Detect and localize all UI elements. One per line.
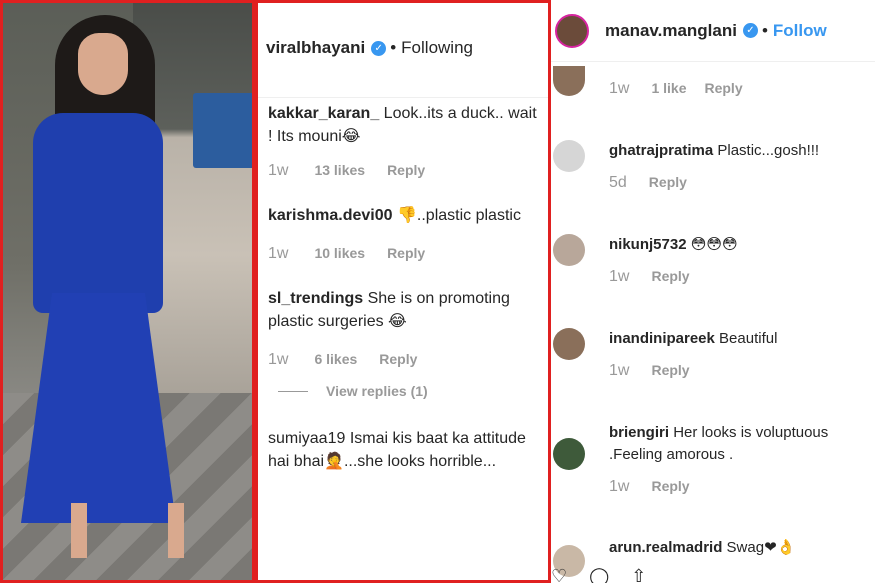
comment-item: karishma.devi00 👎..plastic plastic 1w 10… <box>258 204 548 263</box>
post-actions: ♡ ◯ ⇧ <box>551 566 646 583</box>
avatar[interactable] <box>553 328 585 360</box>
comment-text: Beautiful <box>719 330 778 347</box>
comment-time[interactable]: 1w <box>609 478 629 496</box>
comment-time[interactable]: 1w <box>268 245 288 263</box>
comment-body: karishma.devi00 👎..plastic plastic <box>268 204 538 227</box>
comment-time[interactable]: 1w <box>609 268 629 286</box>
comment-item: sl_trendings She is on promoting plastic… <box>258 287 548 399</box>
comment-likes[interactable]: 1 like <box>651 80 686 96</box>
subject-leg-right <box>168 503 184 558</box>
post-header: manav.manglani ✓ • Follow <box>551 0 875 62</box>
avatar[interactable] <box>555 13 589 48</box>
comment-time[interactable]: 1w <box>609 80 629 98</box>
reply-button[interactable]: Reply <box>651 478 689 494</box>
comment-body: nikunj5732 😳😳😳 <box>609 234 738 256</box>
comment-text: 😳😳😳 <box>690 236 738 253</box>
header-username[interactable]: viralbhayani <box>266 38 365 58</box>
reply-button[interactable]: Reply <box>651 362 689 378</box>
reply-button[interactable]: Reply <box>704 80 742 96</box>
comment-time[interactable]: 1w <box>268 162 288 180</box>
comment-text: Swag❤👌 <box>726 539 796 556</box>
like-icon[interactable]: ♡ <box>551 566 567 583</box>
background-bin <box>193 93 252 168</box>
comment-time[interactable]: 1w <box>268 351 288 369</box>
comment-username[interactable]: ghatrajpratima <box>609 142 713 159</box>
comment-username[interactable]: kakkar_karan_ <box>268 105 379 122</box>
comment-body: kakkar_karan_ Look..its a duck.. wait ! … <box>268 102 538 148</box>
reply-button[interactable]: Reply <box>387 245 425 261</box>
avatar[interactable] <box>553 234 585 266</box>
comment-meta: 1w 10 likes Reply <box>268 245 538 263</box>
comment-username[interactable]: inandinipareek <box>609 330 715 347</box>
comment-item: inandinipareek Beautiful 1w Reply <box>551 328 875 380</box>
comment-body: sumiyaa19 Ismai kis baat ka attitude hai… <box>268 427 538 473</box>
comment-meta: 1w Reply <box>609 268 738 286</box>
header-username[interactable]: manav.manglani <box>605 21 737 41</box>
comment-item: briengiri Her looks is voluptuous .Feeli… <box>551 422 875 496</box>
comment-meta: 1w Reply <box>609 478 875 496</box>
comment-body: inandinipareek Beautiful <box>609 328 777 350</box>
comment-username[interactable]: sumiyaa19 <box>268 430 345 447</box>
comment-meta: 1w 13 likes Reply <box>268 162 538 180</box>
subject-leg-left <box>71 503 87 558</box>
comment-likes[interactable]: 13 likes <box>314 162 365 178</box>
avatar[interactable] <box>553 438 585 470</box>
comment-text: 👎..plastic plastic <box>396 207 521 224</box>
comments-panel-viralbhayani: viralbhayani ✓ • Following kakkar_karan_… <box>255 0 551 583</box>
following-button[interactable]: Following <box>401 38 473 58</box>
view-replies-button[interactable]: View replies (1) <box>268 383 538 399</box>
comments-panel-manav: manav.manglani ✓ • Follow 1w 1 like Repl… <box>551 0 875 583</box>
comment-item: 1w 1 like Reply <box>551 66 875 98</box>
comment-body: sl_trendings She is on promoting plastic… <box>268 287 538 333</box>
comment-body: briengiri Her looks is voluptuous .Feeli… <box>609 422 875 466</box>
reply-button[interactable]: Reply <box>649 174 687 190</box>
comment-username[interactable]: arun.realmadrid <box>609 539 722 556</box>
comment-likes[interactable]: 10 likes <box>314 245 365 261</box>
comment-item: ghatrajpratima Plastic...gosh!!! 5d Repl… <box>551 140 875 192</box>
comment-time[interactable]: 1w <box>609 362 629 380</box>
comment-item: kakkar_karan_ Look..its a duck.. wait ! … <box>258 102 548 180</box>
avatar[interactable] <box>553 66 585 96</box>
header-separator: • <box>761 20 768 40</box>
reply-button[interactable]: Reply <box>651 268 689 284</box>
view-replies-line <box>278 390 308 392</box>
reply-button[interactable]: Reply <box>387 162 425 178</box>
comment-username[interactable]: nikunj5732 <box>609 236 687 253</box>
subject-face <box>78 33 128 95</box>
comment-icon[interactable]: ◯ <box>589 566 609 583</box>
comment-time[interactable]: 5d <box>609 174 627 192</box>
avatar[interactable] <box>553 140 585 172</box>
comment-username[interactable]: karishma.devi00 <box>268 207 393 224</box>
comment-meta: 1w 1 like Reply <box>609 80 743 98</box>
comment-likes[interactable]: 6 likes <box>314 351 357 367</box>
post-photo <box>0 0 255 583</box>
comment-meta: 1w Reply <box>609 362 777 380</box>
comment-body: arun.realmadrid Swag❤👌 <box>609 537 795 559</box>
comment-body: ghatrajpratima Plastic...gosh!!! <box>609 140 819 162</box>
verified-badge-icon: ✓ <box>742 23 758 38</box>
comment-text: Plastic...gosh!!! <box>717 142 820 159</box>
share-icon[interactable]: ⇧ <box>631 566 646 583</box>
comment-username[interactable]: sl_trendings <box>268 290 363 307</box>
header-separator: • <box>390 38 397 57</box>
reply-button[interactable]: Reply <box>379 351 417 367</box>
comment-meta: 5d Reply <box>609 174 819 192</box>
comment-item: nikunj5732 😳😳😳 1w Reply <box>551 234 875 286</box>
subject-dress-top <box>33 113 163 313</box>
comment-meta: 1w 6 likes Reply <box>268 351 538 369</box>
verified-badge-icon: ✓ <box>371 40 387 56</box>
comment-item: sumiyaa19 Ismai kis baat ka attitude hai… <box>258 427 548 473</box>
view-replies-label: View replies (1) <box>326 383 428 399</box>
follow-button[interactable]: Follow <box>773 21 827 41</box>
comment-username[interactable]: briengiri <box>609 424 669 441</box>
post-header: viralbhayani ✓ • Following <box>258 3 548 98</box>
